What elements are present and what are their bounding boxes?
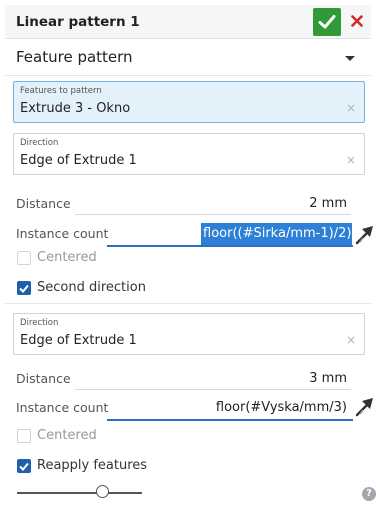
chevron-down-icon bbox=[345, 56, 355, 61]
direction-field[interactable]: Direction Edge of Extrude 1 × bbox=[13, 313, 365, 355]
reapply-features-checkbox[interactable] bbox=[17, 459, 31, 473]
features-to-pattern-label: Features to pattern bbox=[20, 86, 102, 96]
instance-count-underline bbox=[107, 419, 353, 421]
features-to-pattern-value: Extrude 3 - Okno bbox=[20, 101, 131, 116]
checkmark-icon bbox=[19, 284, 29, 293]
preview-slider-track[interactable] bbox=[17, 492, 142, 494]
distance-input[interactable]: 3 mm bbox=[275, 371, 347, 386]
distance-underline bbox=[75, 389, 351, 390]
clear-selection-icon[interactable]: × bbox=[346, 333, 356, 347]
instance-count-underline bbox=[107, 245, 353, 247]
direction-label: Direction bbox=[20, 138, 59, 148]
second-direction-checkbox[interactable] bbox=[17, 281, 31, 295]
direction-field[interactable]: Direction Edge of Extrude 1 × bbox=[13, 133, 365, 175]
divider bbox=[5, 75, 371, 76]
pattern-type-value: Feature pattern bbox=[16, 48, 133, 66]
dialog-title: Linear pattern 1 bbox=[16, 14, 140, 30]
cancel-button[interactable] bbox=[347, 11, 367, 31]
clear-selection-icon[interactable]: × bbox=[346, 153, 356, 167]
centered-checkbox[interactable] bbox=[17, 429, 31, 443]
direction-flip-icon[interactable] bbox=[354, 395, 376, 417]
instance-count-input[interactable]: floor((#Sirka/mm-1)/2) bbox=[201, 223, 352, 245]
clear-selection-icon[interactable]: × bbox=[346, 101, 356, 115]
direction-value: Edge of Extrude 1 bbox=[20, 333, 137, 348]
distance-input[interactable]: 2 mm bbox=[275, 196, 347, 211]
second-direction-label: Second direction bbox=[37, 280, 146, 295]
centered-label: Centered bbox=[37, 428, 97, 443]
instance-count-input[interactable]: floor(#Vyska/mm/3) bbox=[185, 400, 347, 415]
distance-label: Distance bbox=[16, 196, 71, 211]
centered-label: Centered bbox=[37, 250, 97, 265]
checkmark-icon bbox=[19, 462, 29, 471]
linear-pattern-dialog: Linear pattern 1 Feature pattern Feature… bbox=[5, 5, 376, 501]
divider bbox=[5, 303, 371, 304]
instance-count-label: Instance count bbox=[16, 226, 109, 241]
distance-underline bbox=[75, 214, 351, 215]
distance-label: Distance bbox=[16, 371, 71, 386]
checkmark-icon bbox=[318, 15, 336, 29]
help-icon[interactable]: ? bbox=[362, 487, 376, 501]
accept-button[interactable] bbox=[313, 8, 341, 36]
close-icon bbox=[351, 15, 363, 27]
direction-label: Direction bbox=[20, 318, 59, 328]
direction-value: Edge of Extrude 1 bbox=[20, 153, 137, 168]
reapply-features-label: Reapply features bbox=[37, 458, 148, 473]
centered-checkbox[interactable] bbox=[17, 251, 31, 265]
dialog-header: Linear pattern 1 bbox=[5, 5, 371, 39]
preview-slider-thumb[interactable] bbox=[96, 485, 109, 498]
instance-count-label: Instance count bbox=[16, 400, 109, 415]
direction-flip-icon[interactable] bbox=[354, 223, 376, 245]
pattern-type-select[interactable]: Feature pattern bbox=[16, 45, 361, 69]
features-to-pattern-field[interactable]: Features to pattern Extrude 3 - Okno × bbox=[13, 81, 365, 123]
